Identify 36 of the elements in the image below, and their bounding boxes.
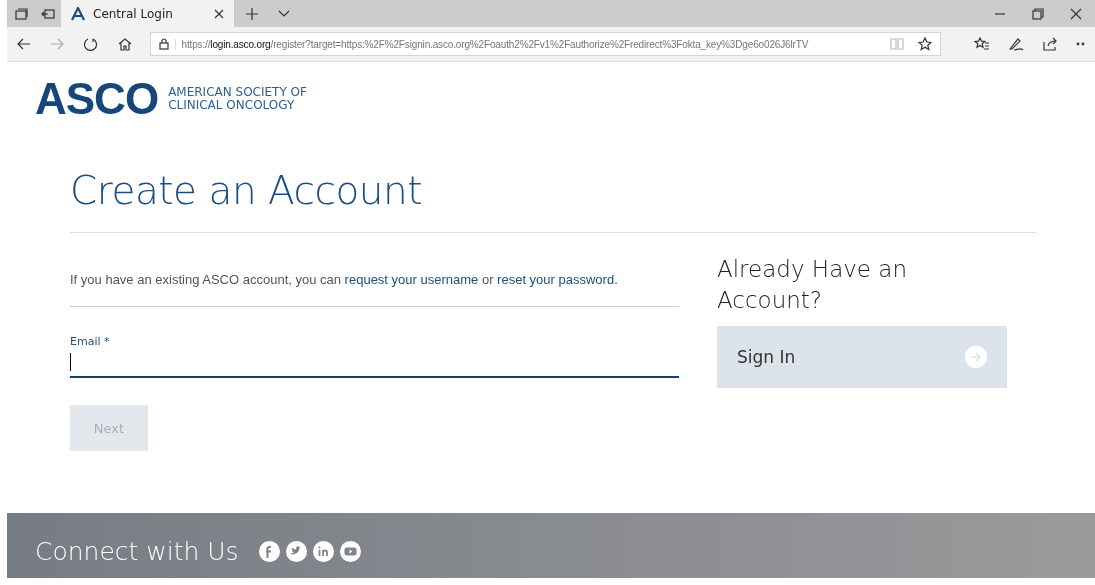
back-icon[interactable]	[16, 38, 31, 50]
home-icon[interactable]	[117, 37, 132, 51]
logo-wordmark: ASCO	[35, 79, 159, 119]
star-icon[interactable]	[918, 37, 932, 51]
play-icon[interactable]	[339, 541, 361, 562]
tab-title: Central Login	[93, 6, 174, 21]
close-icon[interactable]	[214, 8, 224, 19]
refresh-icon[interactable]	[84, 37, 99, 51]
page-heading: Create an Account	[70, 171, 1036, 233]
url-text: https://login.asco.org/register?target=https:%2F%2Fsignin.asco.org%2Foauth2%2Fv1%2Fauthorize%2Fredirect%3Fokta_key%3Dge6o026J6lrTV	[174, 38, 809, 50]
more-icon[interactable]	[1076, 42, 1086, 46]
reset-password-link[interactable]: reset your password.	[497, 272, 618, 287]
tabs-icon[interactable]	[13, 6, 28, 21]
sidebar-heading: Already Have an Account?	[717, 255, 908, 315]
linkedin-icon[interactable]	[312, 541, 334, 562]
restore-icon[interactable]	[1032, 7, 1044, 20]
tab-aside-icon[interactable]	[40, 6, 55, 21]
chevron-down-icon[interactable]	[277, 9, 290, 18]
arrow-circle-icon	[965, 346, 987, 368]
facebook-icon[interactable]	[258, 541, 280, 562]
intro-text: If you have an existing ASCO account, you can request your username or reset your password.	[70, 268, 679, 307]
share-icon[interactable]	[1042, 37, 1058, 51]
pen-icon[interactable]	[1008, 37, 1024, 51]
bird-icon[interactable]	[285, 541, 307, 562]
username-link[interactable]: request your username	[344, 272, 479, 287]
sign-in-button[interactable]: Sign In	[717, 326, 1007, 388]
address-bar[interactable]: https://login.asco.org/register?target=https:%2F%2Fsignin.asco.org%2Foauth2%2Fv1%2Fauthorize%2Fredirect%3Fokta_key%3Dge6o026J6lrTV	[149, 32, 941, 56]
email-label: Email *	[70, 335, 111, 348]
footer-heading: Connect with Us	[35, 537, 239, 566]
lock-icon[interactable]	[158, 38, 169, 50]
favorites-icon[interactable]	[974, 37, 990, 51]
browser-tab[interactable]: Central Login	[61, 0, 234, 27]
new-tab-icon[interactable]	[245, 6, 259, 21]
logo-icon[interactable]	[71, 6, 85, 21]
close-window-icon[interactable]	[1070, 7, 1082, 20]
logo-tagline: AMERICAN SOCIETY OF CLINICAL ONCOLOGY	[168, 84, 307, 112]
